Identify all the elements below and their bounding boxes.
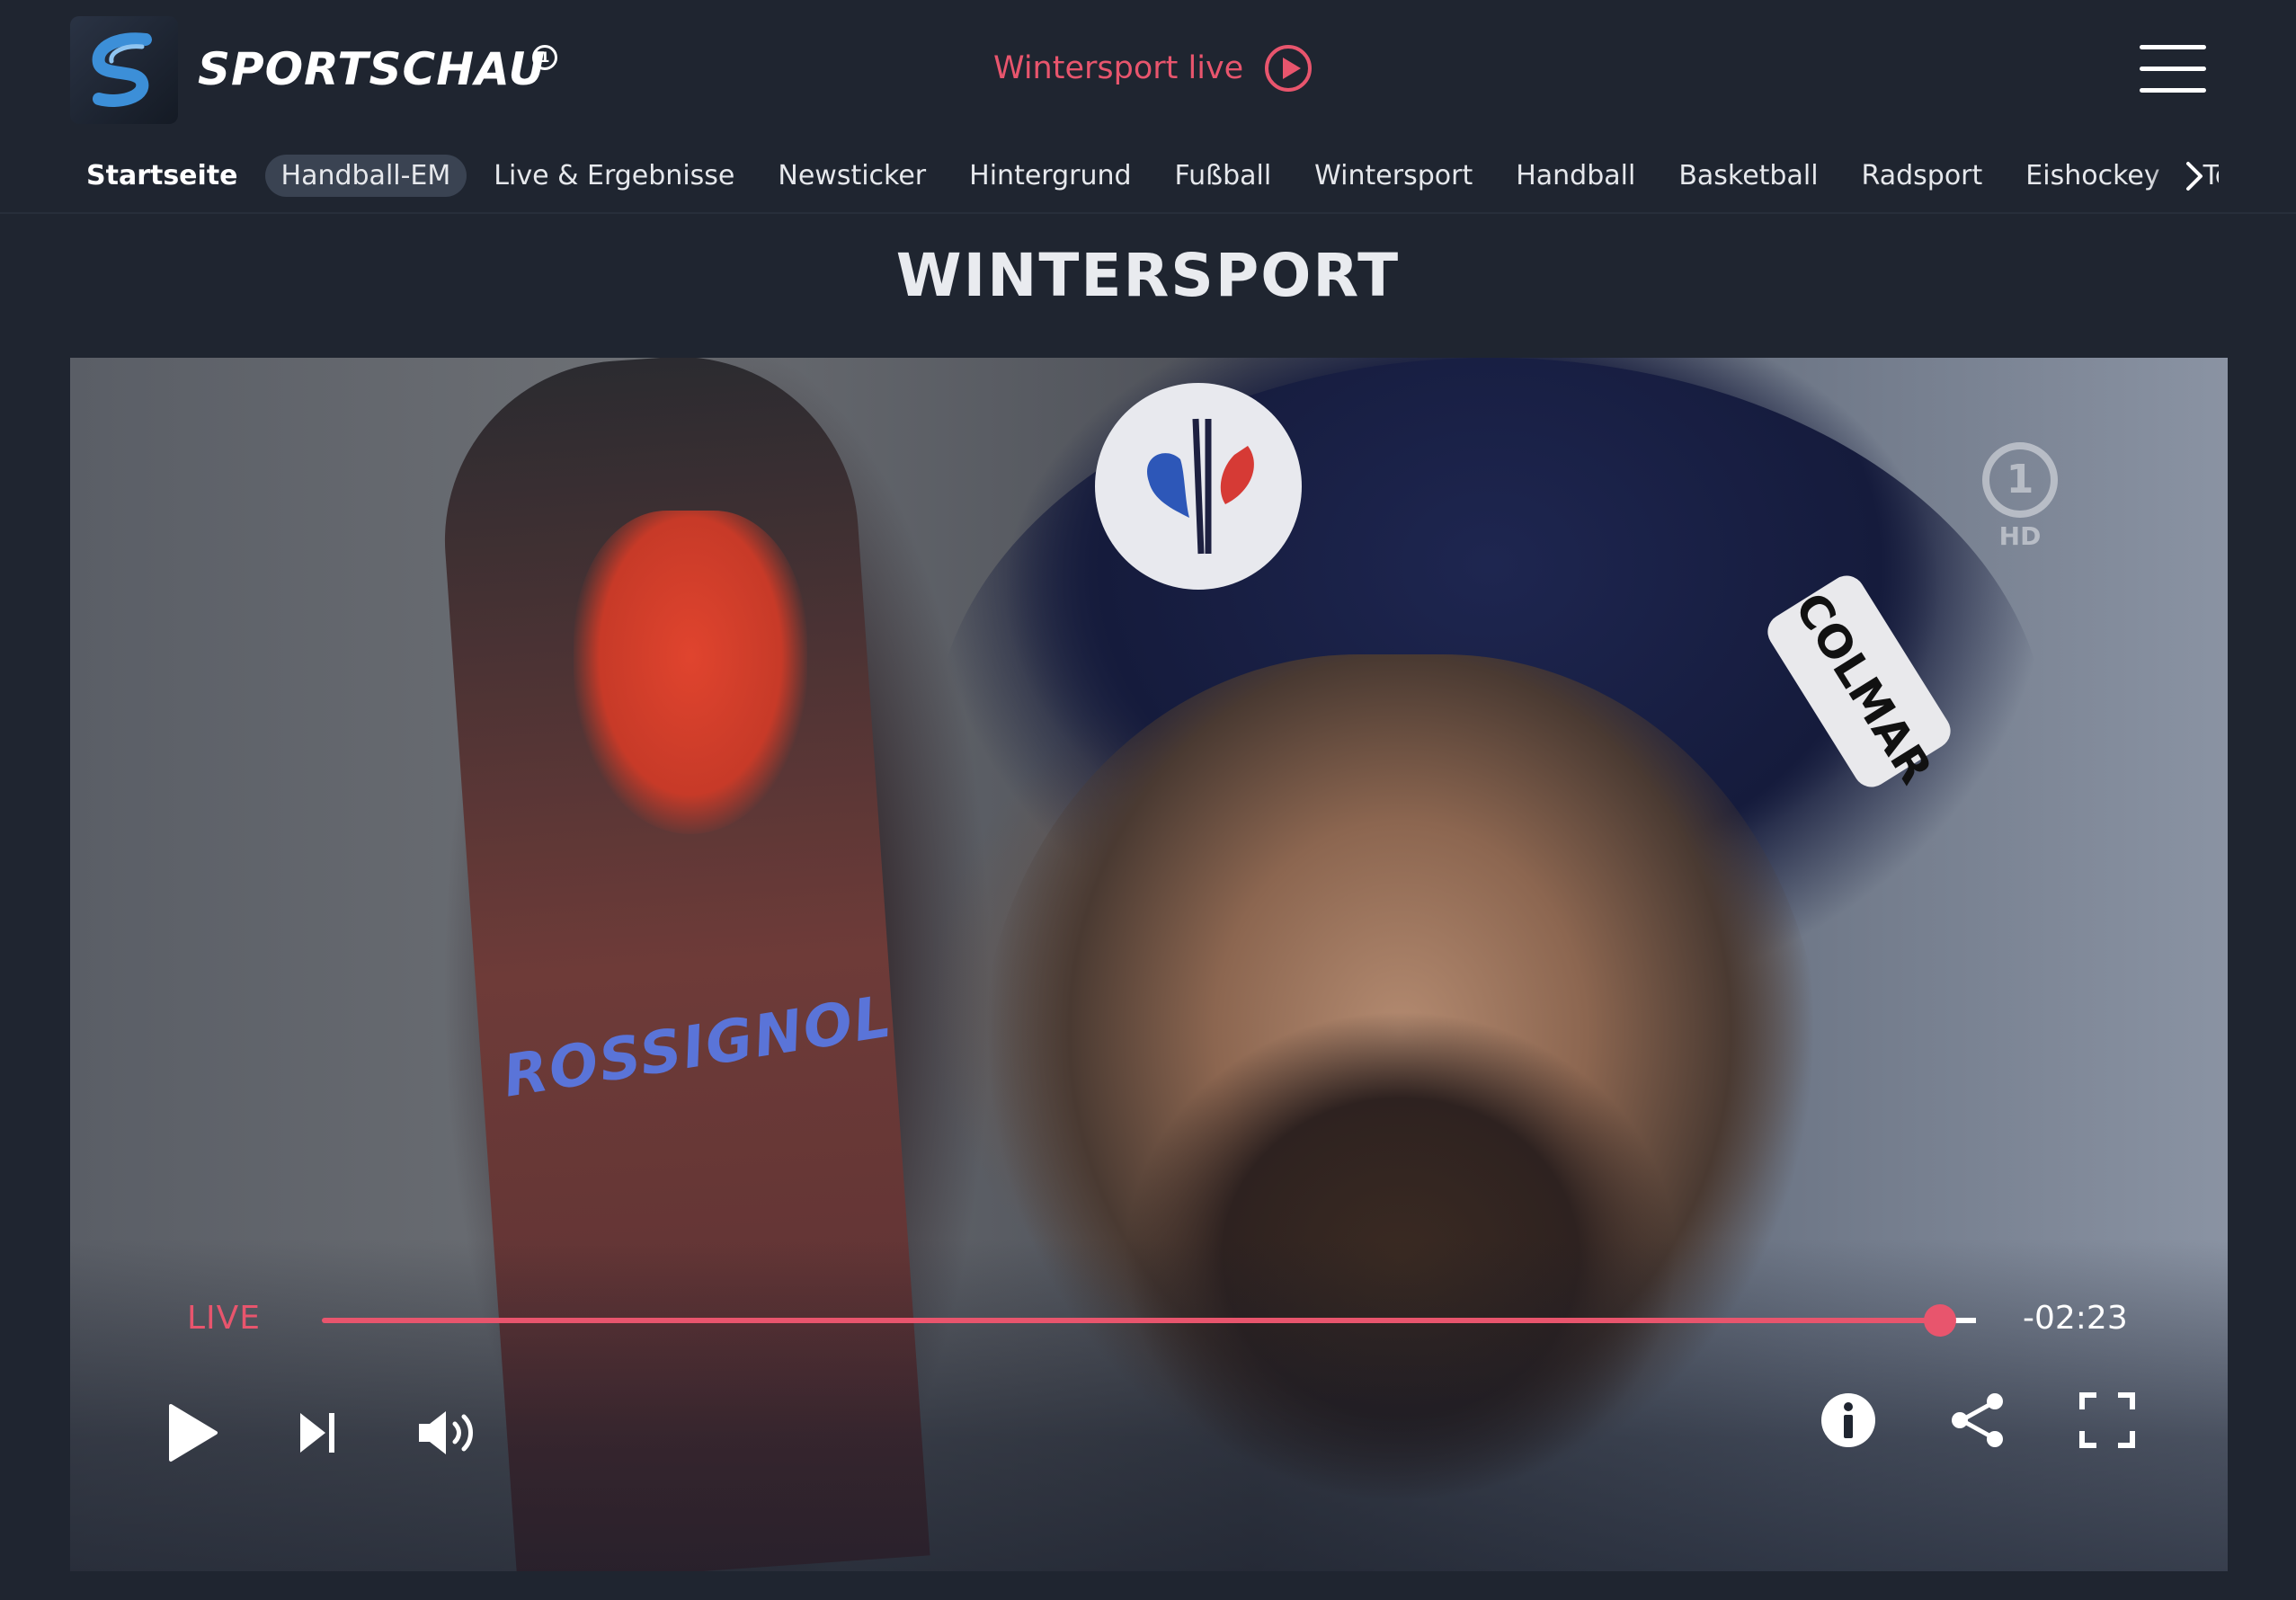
channel-quality: HD [1998, 521, 2042, 551]
nav-item-wintersport[interactable]: Wintersport [1298, 155, 1489, 197]
play-circle-icon[interactable] [1265, 45, 1313, 92]
ard-one-icon: 1 [1982, 442, 2058, 518]
channel-logo: 1 HD [1980, 442, 2060, 551]
live-link-label[interactable]: Wintersport live [993, 50, 1243, 86]
video-player[interactable]: ROSSIGNOL COLMAR 1 HD LIVE -02:23 [70, 358, 2228, 1571]
nav-divider [0, 212, 2296, 214]
main-navigation: Startseite Handball-EM Live & Ergebnisse… [70, 153, 2219, 198]
video-frame-rooster-logo [574, 511, 807, 834]
video-frame-team-badge [1095, 383, 1302, 590]
nav-item-handball-em[interactable]: Handball-EM [264, 154, 467, 197]
controls-overlay [70, 1239, 2228, 1571]
hamburger-menu-icon[interactable] [2140, 45, 2206, 95]
time-remaining: -02:23 [2023, 1300, 2128, 1337]
nav-item-hintergrund[interactable]: Hintergrund [953, 155, 1147, 197]
ard-mark: 1 [532, 45, 557, 70]
page-title: WINTERSPORT [895, 241, 1401, 310]
wintersport-live-link[interactable]: Wintersport live [993, 45, 1313, 92]
sportschau-s-icon [92, 32, 152, 107]
top-bar: SPORTSCHAU 1 Wintersport live [0, 0, 2296, 139]
rooster-badge-icon [1147, 418, 1254, 555]
nav-item-radsport[interactable]: Radsport [1846, 155, 1999, 197]
progress-thumb[interactable] [1924, 1304, 1956, 1337]
volume-icon[interactable] [417, 1408, 480, 1458]
live-indicator[interactable]: LIVE [187, 1300, 261, 1337]
brand-name[interactable]: SPORTSCHAU [198, 43, 546, 95]
nav-item-live-ergebnisse[interactable]: Live & Ergebnisse [477, 155, 751, 197]
nav-item-newsticker[interactable]: Newsticker [761, 155, 942, 197]
sportschau-logo[interactable] [70, 16, 178, 124]
fullscreen-icon[interactable] [2078, 1391, 2136, 1449]
play-icon[interactable] [164, 1400, 221, 1465]
nav-item-fussball[interactable]: Fußball [1159, 155, 1288, 197]
nav-item-startseite[interactable]: Startseite [70, 155, 254, 197]
info-icon[interactable] [1820, 1391, 1877, 1449]
progress-bar[interactable] [322, 1318, 1976, 1323]
chevron-right-icon[interactable] [2176, 158, 2211, 194]
nav-item-basketball[interactable]: Basketball [1662, 155, 1834, 197]
nav-item-handball[interactable]: Handball [1500, 155, 1651, 197]
skip-next-icon[interactable] [298, 1408, 338, 1458]
share-icon[interactable] [1949, 1391, 2007, 1449]
